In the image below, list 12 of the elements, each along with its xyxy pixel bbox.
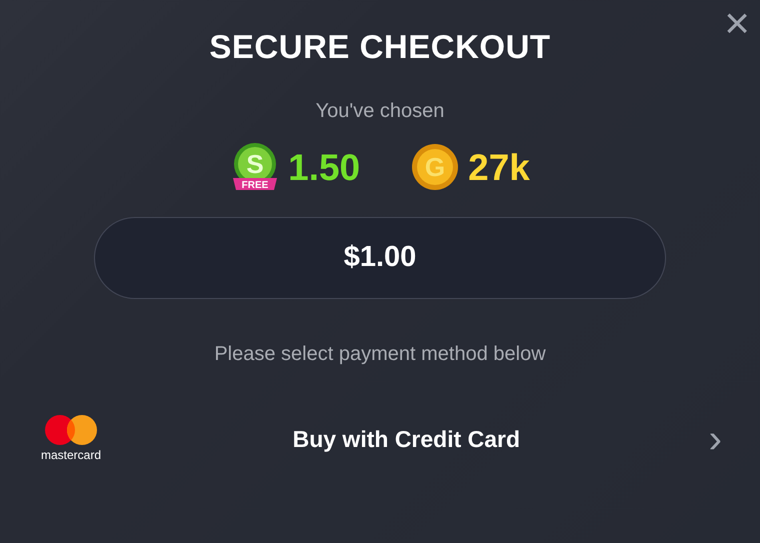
chosen-label: You've chosen [314, 98, 446, 124]
price-display: $1.00 [94, 217, 666, 299]
close-button[interactable]: × [720, 2, 754, 46]
coin-icon: G [410, 142, 460, 192]
card-logo-icon [43, 414, 99, 446]
card-brand-label: mastercard [40, 447, 102, 464]
sweeps-amount: 1.50 [288, 146, 360, 190]
credit-card-button[interactable]: mastercard Buy with Credit Card › [0, 409, 760, 469]
checkout-title: SECURE CHECKOUT [209, 27, 551, 67]
payment-instruction: Please select payment method below [213, 342, 547, 367]
coins-amount: 27k [468, 146, 530, 190]
chevron-icon: › [708, 419, 722, 459]
